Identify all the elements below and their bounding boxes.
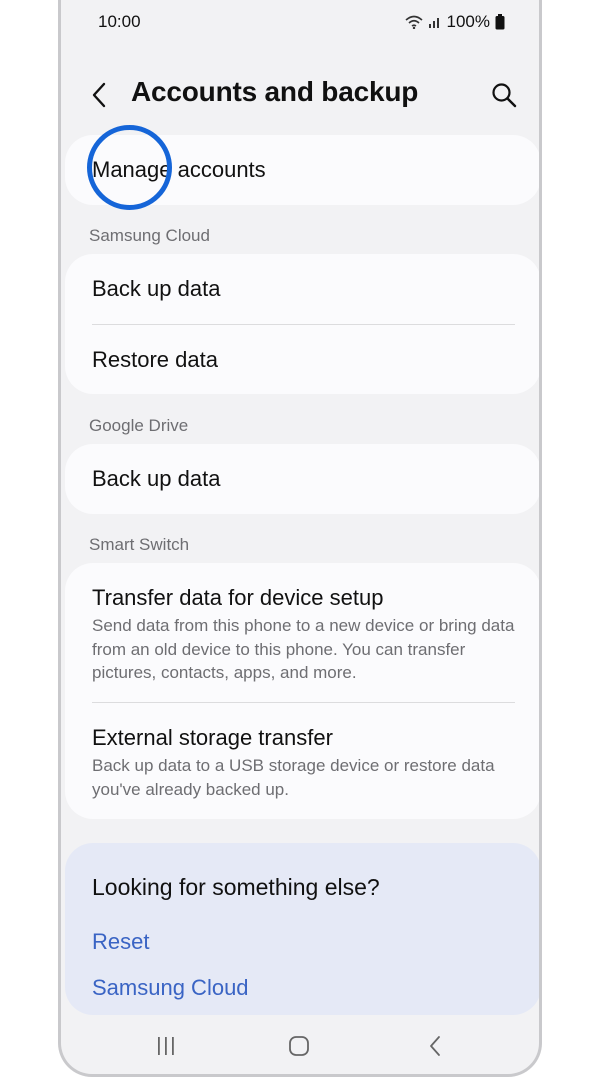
suggestions-title: Looking for something else? — [92, 874, 380, 900]
battery-icon — [495, 14, 505, 30]
divider — [92, 324, 515, 325]
divider — [92, 702, 515, 703]
suggestions-card: Looking for something else? Reset Samsun… — [65, 843, 539, 1015]
transfer-data-title: Transfer data for device setup — [92, 585, 384, 610]
status-icons: 100% — [404, 12, 505, 32]
app-header: Accounts and backup — [61, 70, 539, 122]
section-header-samsung-cloud: Samsung Cloud — [89, 226, 210, 245]
home-icon[interactable] — [282, 1032, 316, 1060]
google-drive-card: Back up data — [65, 444, 539, 514]
wifi-icon — [404, 15, 423, 29]
tap-highlight-ring — [87, 125, 172, 210]
section-header-smart-switch: Smart Switch — [89, 535, 190, 554]
page-title: Accounts and backup — [131, 76, 419, 107]
google-drive-back-up-data[interactable]: Back up data — [92, 466, 220, 492]
samsung-cloud-restore-data[interactable]: Restore data — [92, 347, 218, 373]
samsung-cloud-card: Back up data Restore data — [65, 254, 539, 394]
recents-icon[interactable] — [149, 1032, 183, 1060]
samsung-cloud-link[interactable]: Samsung Cloud — [92, 975, 249, 1001]
status-time: 10:00 — [98, 12, 141, 31]
status-bar: 10:00 100% — [61, 8, 539, 36]
external-storage-description: Back up data to a USB storage device or … — [92, 756, 495, 799]
samsung-cloud-back-up-data[interactable]: Back up data — [92, 276, 220, 302]
signal-icon — [428, 18, 439, 28]
external-storage-title: External storage transfer — [92, 725, 333, 750]
navigation-bar — [61, 1018, 539, 1074]
smart-switch-card: Transfer data for device setup Send data… — [65, 563, 539, 819]
reset-link[interactable]: Reset — [92, 929, 149, 955]
back-icon[interactable] — [419, 1032, 453, 1060]
transfer-data-description: Send data from this phone to a new devic… — [92, 616, 515, 682]
search-icon[interactable] — [489, 80, 519, 110]
chevron-left-icon[interactable] — [85, 80, 115, 110]
battery-level: 100% — [446, 12, 490, 31]
phone-screen: 10:00 100% Accounts and backup Manage ac… — [58, 0, 542, 1077]
section-header-google-drive: Google Drive — [89, 416, 189, 435]
